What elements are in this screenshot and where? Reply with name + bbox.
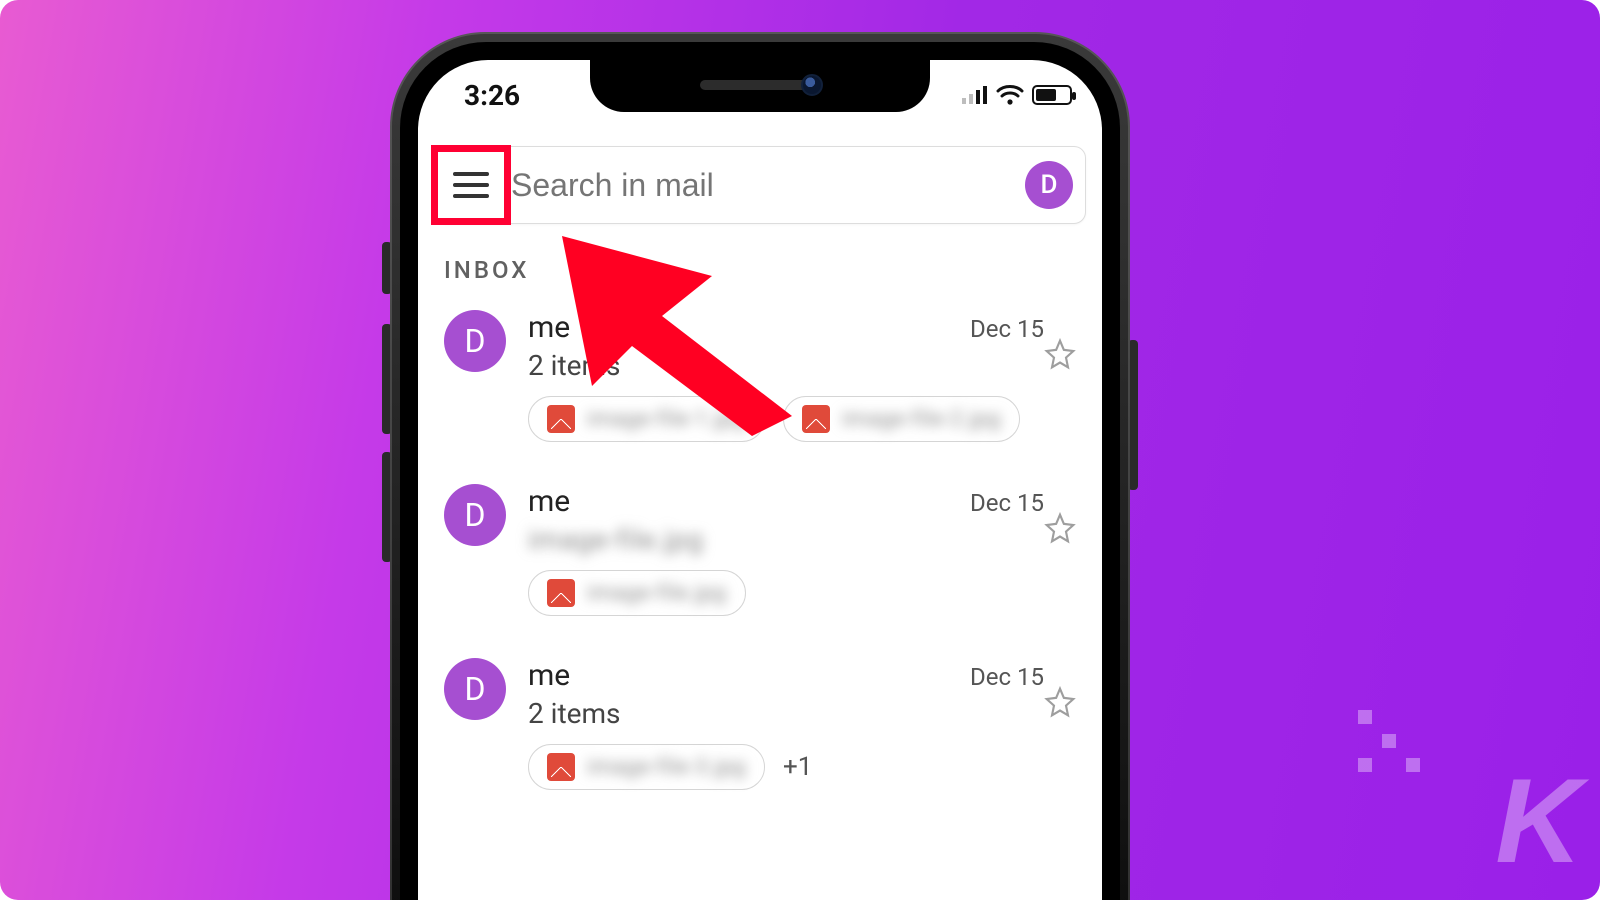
status-time: 3:26	[464, 79, 520, 112]
status-bar: 3:26	[418, 60, 1102, 120]
search-bar[interactable]: D	[434, 146, 1086, 224]
email-row[interactable]: D me Dec 15 image-file.jpg image-file.jp…	[438, 472, 1082, 646]
email-snippet: image-file.jpg	[528, 523, 1044, 556]
email-snippet: 2 items	[528, 697, 1044, 730]
sender-name: me	[528, 658, 570, 693]
attachment-name: image-file-3.jpg	[587, 755, 746, 780]
cellular-icon	[962, 86, 988, 104]
attachment-name: image-file-2.jpg	[842, 407, 1001, 432]
attachment-more: +1	[783, 752, 812, 782]
phone-frame: 3:26	[390, 32, 1130, 900]
phone-screen: 3:26	[418, 60, 1102, 900]
section-label: INBOX	[444, 256, 529, 284]
star-button[interactable]	[1044, 686, 1076, 718]
watermark-dots	[1358, 710, 1420, 772]
watermark: K	[1495, 752, 1576, 890]
attachment-name: image-file.jpg	[587, 581, 727, 606]
sender-avatar: D	[444, 310, 506, 372]
attachment-chip[interactable]: image-file-3.jpg	[528, 744, 765, 790]
email-date: Dec 15	[970, 663, 1044, 691]
star-button[interactable]	[1044, 338, 1076, 370]
annotation-arrow	[562, 236, 822, 436]
account-avatar[interactable]: D	[1025, 161, 1073, 209]
battery-icon	[1032, 85, 1072, 105]
attachment-chip[interactable]: image-file.jpg	[528, 570, 746, 616]
image-icon	[547, 579, 575, 607]
sender-avatar: D	[444, 658, 506, 720]
email-date: Dec 15	[970, 489, 1044, 517]
email-date: Dec 15	[970, 315, 1044, 343]
annotation-highlight-box	[431, 145, 511, 225]
image-icon	[547, 753, 575, 781]
search-input[interactable]	[507, 167, 1025, 204]
stage: 3:26	[0, 0, 1600, 900]
email-row[interactable]: D me Dec 15 2 items image-file-3.jpg +1	[438, 646, 1082, 820]
star-button[interactable]	[1044, 512, 1076, 544]
menu-button[interactable]	[435, 149, 507, 221]
sender-name: me	[528, 484, 570, 519]
wifi-icon	[996, 84, 1024, 106]
sender-avatar: D	[444, 484, 506, 546]
